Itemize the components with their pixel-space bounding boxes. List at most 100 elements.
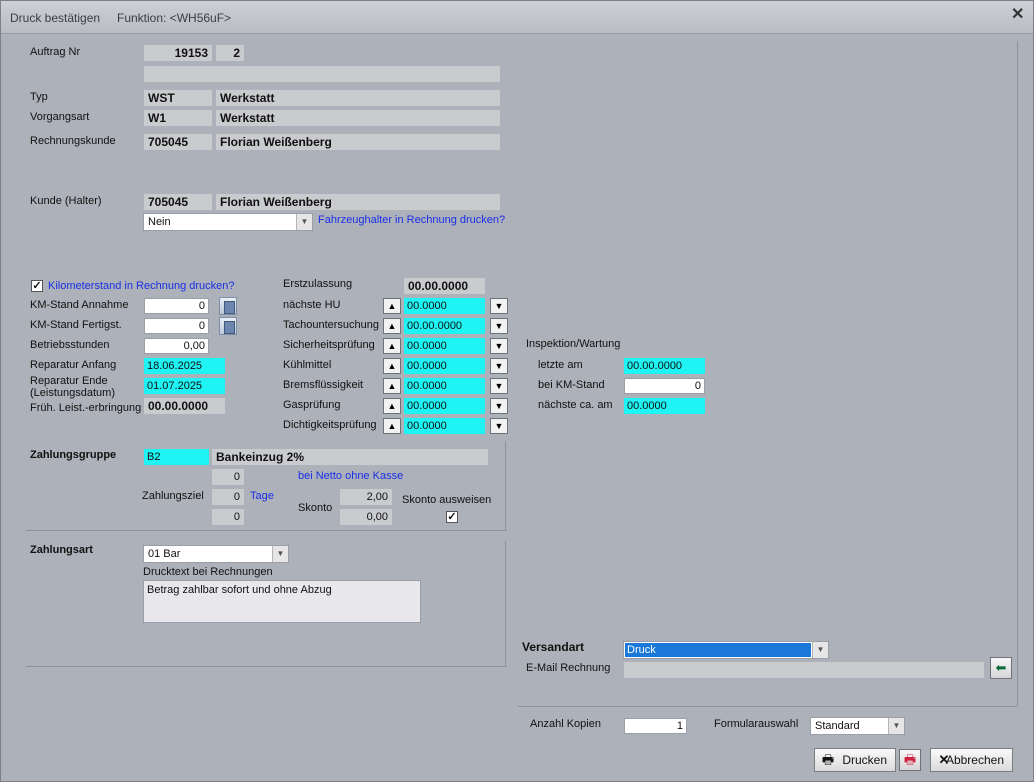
- chevron-down-icon[interactable]: ▼: [296, 214, 312, 230]
- km-fertig-input[interactable]: 0: [144, 318, 209, 334]
- chevron-down-icon[interactable]: ▼: [272, 546, 288, 562]
- inspektion-km-label: bei KM-Stand: [538, 379, 605, 391]
- rechnungskunde-label: Rechnungskunde: [30, 135, 116, 147]
- auftrag-text-field: [144, 66, 500, 82]
- kunde-nr: 705045: [144, 194, 212, 210]
- zahlungsart-bottom-divider: [26, 666, 507, 667]
- print-dialog-window: Druck bestätigen Funktion: <WH56uF> ✕ Au…: [0, 0, 1034, 782]
- drucktext-textarea[interactable]: Betrag zahlbar sofort und ohne Abzug: [143, 580, 421, 623]
- km-annahme-label: KM-Stand Annahme: [30, 299, 129, 311]
- inspektion-naechste-label: nächste ca. am: [538, 399, 613, 411]
- zahlungsart-select[interactable]: 01 Bar ▼: [143, 545, 289, 563]
- drucktext-label: Drucktext bei Rechnungen: [143, 566, 273, 578]
- arrow-down-icon[interactable]: ▼: [490, 398, 508, 414]
- arrow-up-icon[interactable]: ▲: [383, 298, 401, 314]
- versandart-title: Versandart: [522, 640, 585, 654]
- km-annahme-doc-icon[interactable]: [219, 297, 237, 315]
- chevron-down-icon[interactable]: ▼: [888, 718, 904, 734]
- halter-select-value: Nein: [148, 216, 171, 228]
- arrow-down-icon[interactable]: ▼: [490, 358, 508, 374]
- halter-link[interactable]: Fahrzeughalter in Rechnung drucken?: [318, 214, 505, 226]
- zahlungsgruppe-right-border: [505, 441, 506, 531]
- pruefung-label: Sicherheitsprüfung: [283, 339, 375, 351]
- pruefung-date-input[interactable]: 00.00.0000: [404, 318, 485, 334]
- zahlungsgruppe-title: Zahlungsgruppe: [30, 449, 117, 461]
- inspektion-letzte-input[interactable]: 00.00.0000: [624, 358, 705, 374]
- vorgangsart-name: Werkstatt: [216, 110, 500, 126]
- auftrag-sub: 2: [216, 45, 244, 61]
- typ-code: WST: [144, 90, 212, 106]
- km-fertig-doc-icon[interactable]: [219, 317, 237, 335]
- netto-link[interactable]: bei Netto ohne Kasse: [298, 470, 403, 482]
- pruefung-label: Gasprüfung: [283, 399, 341, 411]
- email-arrow-icon[interactable]: ⬅: [990, 657, 1012, 679]
- zahlungsziel-third-value: 0: [212, 509, 244, 525]
- pruefung-date-input[interactable]: 00.0000: [404, 358, 485, 374]
- auftrag-nr: 19153: [144, 45, 212, 61]
- pruefung-date-input[interactable]: 00.0000: [404, 298, 485, 314]
- zahlungsgruppe-code-input[interactable]: B2: [144, 449, 209, 465]
- skonto-label: Skonto: [298, 502, 333, 514]
- arrow-up-icon[interactable]: ▲: [383, 358, 401, 374]
- print-preview-icon[interactable]: 🖶: [899, 749, 921, 771]
- erstzulassung-value: 00.00.0000: [404, 278, 485, 294]
- arrow-down-icon[interactable]: ▼: [490, 318, 508, 334]
- right-divider: [1017, 41, 1018, 706]
- inspektion-letzte-label: letzte am: [538, 359, 583, 371]
- inspektion-naechste-input[interactable]: 00.0000: [624, 398, 705, 414]
- versandart-select[interactable]: Druck ▼: [623, 641, 829, 659]
- arrow-up-icon[interactable]: ▲: [383, 338, 401, 354]
- betrieb-input[interactable]: 0,00: [144, 338, 209, 354]
- typ-label: Typ: [30, 91, 48, 103]
- zahlungsziel-label: Zahlungsziel: [142, 490, 204, 502]
- chevron-down-icon[interactable]: ▼: [812, 642, 828, 658]
- km-annahme-input[interactable]: 0: [144, 298, 209, 314]
- email-rechnung-label: E-Mail Rechnung: [526, 662, 611, 674]
- title-bar: Druck bestätigen Funktion: <WH56uF> ✕: [1, 1, 1033, 34]
- close-icon[interactable]: ✕: [1011, 7, 1025, 23]
- km-print-link[interactable]: Kilometerstand in Rechnung drucken?: [48, 280, 235, 292]
- rep-anfang-input[interactable]: 18.06.2025: [144, 358, 225, 374]
- kopien-input[interactable]: 1: [624, 718, 687, 734]
- halter-select[interactable]: Nein ▼: [143, 213, 313, 231]
- email-rechnung-field[interactable]: [624, 662, 984, 678]
- kopien-label: Anzahl Kopien: [530, 718, 601, 730]
- pruefung-date-input[interactable]: 00.0000: [404, 338, 485, 354]
- km-fertig-label: KM-Stand Fertigst.: [30, 319, 122, 331]
- rep-ende-input[interactable]: 01.07.2025: [144, 378, 225, 394]
- pruefung-date-input[interactable]: 00.0000: [404, 398, 485, 414]
- zahlungsart-select-value: 01 Bar: [148, 548, 181, 560]
- arrow-up-icon[interactable]: ▲: [383, 398, 401, 414]
- arrow-up-icon[interactable]: ▲: [383, 318, 401, 334]
- arrow-down-icon[interactable]: ▼: [490, 378, 508, 394]
- formular-select-value: Standard: [815, 720, 860, 732]
- inspektion-km-input[interactable]: 0: [624, 378, 705, 394]
- pruefung-date-input[interactable]: 00.0000: [404, 378, 485, 394]
- pruefung-date-input[interactable]: 00.0000: [404, 418, 485, 434]
- frueh-value: 00.00.0000: [144, 398, 225, 414]
- footer-divider: [518, 706, 1017, 707]
- pruefung-label: Dichtigkeitsprüfung: [283, 419, 377, 431]
- km-print-checkbox[interactable]: ✓: [31, 280, 43, 292]
- formular-select[interactable]: Standard ▼: [810, 717, 905, 735]
- skonto-ausweisen-checkbox[interactable]: ✓: [446, 511, 458, 523]
- abbrechen-button[interactable]: ✕ Abbrechen: [930, 748, 1013, 772]
- betrieb-label: Betriebsstunden: [30, 339, 110, 351]
- arrow-up-icon[interactable]: ▲: [383, 418, 401, 434]
- skonto-value-2: 0,00: [340, 509, 392, 525]
- pruefung-label: nächste HU: [283, 299, 341, 311]
- arrow-down-icon[interactable]: ▼: [490, 338, 508, 354]
- arrow-down-icon[interactable]: ▼: [490, 418, 508, 434]
- inspektion-title: Inspektion/Wartung: [526, 338, 621, 350]
- abbrechen-button-label: Abbrechen: [945, 753, 1004, 767]
- rechnungskunde-nr: 705045: [144, 134, 212, 150]
- drucken-button[interactable]: 🖶 Drucken: [814, 748, 896, 772]
- frueh-label: Früh. Leist.-erbringung: [30, 402, 142, 414]
- arrow-up-icon[interactable]: ▲: [383, 378, 401, 394]
- arrow-down-icon[interactable]: ▼: [490, 298, 508, 314]
- printer-icon: 🖶: [821, 752, 835, 767]
- skonto-ausweisen-label: Skonto ausweisen: [402, 494, 492, 506]
- rep-ende-label: Reparatur Ende (Leistungsdatum): [30, 375, 115, 399]
- zahlungsziel-unit: Tage: [250, 490, 274, 502]
- pruefung-label: Tachountersuchung: [283, 319, 380, 331]
